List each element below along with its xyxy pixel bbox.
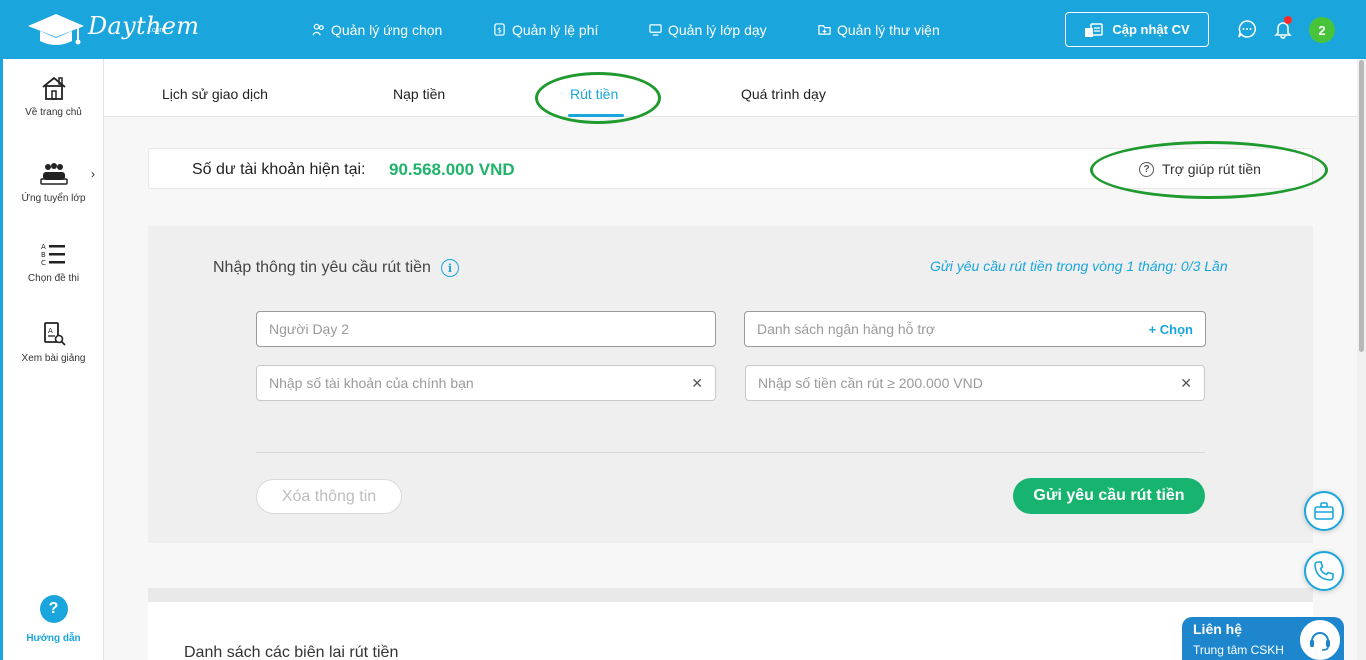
svg-text:A: A [41,243,46,251]
sidebar-item-home[interactable]: Về trang chủ [3,75,104,118]
sidebar-item-label: Xem bài giảng [21,353,86,364]
briefcase-button[interactable] [1304,491,1344,531]
phone-button[interactable] [1304,551,1344,591]
form-title: Nhập thông tin yêu cầu rút tiền i [213,259,459,277]
cv-icon [1085,22,1104,37]
nav-item-library[interactable]: Quản lý thư viện [818,0,940,59]
account-number-placeholder: Nhập số tài khoản của chính bạn [269,375,474,391]
nav-item-fees[interactable]: $ Quản lý lệ phí [493,0,598,59]
update-cv-label: Cập nhật CV [1112,22,1190,37]
clear-info-button[interactable]: Xóa thông tin [256,479,402,514]
sidebar-item-label: Về trang chủ [25,107,82,118]
abc-list-icon: ABC [41,243,65,267]
contact-title: Liên hệ [1193,621,1243,637]
logo[interactable]: Daythem [26,10,199,50]
library-icon [818,25,831,35]
form-title-text: Nhập thông tin yêu cầu rút tiền [213,259,431,276]
receipts-section: Danh sách các biên lai rút tiền [148,588,1313,660]
update-cv-button[interactable]: Cập nhật CV [1065,12,1209,47]
nav-label: Quản lý ứng chọn [331,21,443,38]
clear-icon[interactable]: ✕ [691,375,703,392]
tab-bar: Lịch sử giao dịch Nạp tiền Rút tiền Quá … [104,59,1357,117]
info-icon[interactable]: i [440,259,459,277]
chat-icon[interactable] [1237,19,1257,39]
sidebar-item-label: Chọn đề thi [27,273,80,284]
chevron-right-icon[interactable]: › [91,167,95,181]
brand-suffix: .com [150,27,166,34]
nav-item-classes[interactable]: Quản lý lớp dạy [649,0,767,59]
receipts-title: Danh sách các biên lai rút tiền [184,644,399,660]
amount-field[interactable]: Nhập số tiền cần rút ≥ 200.000 VND ✕ [745,365,1205,401]
submit-withdraw-button[interactable]: Gửi yêu cầu rút tiền [1013,478,1205,514]
fee-icon: $ [494,23,505,36]
contact-subtitle: Trung tâm CSKH [1193,643,1284,657]
svg-text:B: B [41,251,46,259]
nav-label: Quản lý lệ phí [512,21,599,38]
sidebar-item-apply-class[interactable]: Ứng tuyển lớp [3,161,104,204]
nav-label: Quản lý lớp dạy [668,21,767,38]
headset-icon [1298,618,1342,660]
nav-label: Quản lý thư viện [837,21,940,38]
clear-icon[interactable]: ✕ [1180,375,1192,392]
withdraw-form: Nhập thông tin yêu cầu rút tiền i Gửi yê… [148,226,1313,543]
form-divider [256,452,1205,453]
account-name-value: Người Dạy 2 [269,321,350,337]
svg-text:$: $ [497,25,502,34]
sidebar-item-choose-exam[interactable]: ABC Chọn đề thi [3,241,104,284]
brand-name: Daythem [88,12,200,40]
graduation-cap-icon [28,14,84,45]
balance-value: 90.568.000 VND [389,160,515,179]
tab-withdraw[interactable]: Rút tiền [570,86,618,102]
withdraw-help-label: Trợ giúp rút tiền [1162,161,1261,177]
lesson-search-icon: A [43,322,66,346]
withdraw-limit-note: Gửi yêu cầu rút tiền trong vòng 1 tháng:… [930,258,1228,274]
home-icon [41,76,66,100]
sidebar-item-lessons[interactable]: A Xem bài giảng [3,321,104,364]
sidebar-item-label: Ứng tuyển lớp [21,193,86,204]
guide-label: Hướng dẫn [26,633,81,644]
contact-widget[interactable]: Liên hệ Trung tâm CSKH [1182,617,1344,660]
people-icon [312,23,324,36]
tab-deposit[interactable]: Nạp tiền [393,86,445,102]
notification-dot [1284,16,1292,24]
avatar[interactable]: 2 [1309,17,1335,43]
amount-placeholder: Nhập số tiền cần rút ≥ 200.000 VND [758,375,983,391]
group-icon [39,163,68,185]
scrollbar-thumb[interactable] [1359,60,1364,352]
choose-bank-button[interactable]: + Chọn [1149,322,1193,337]
sidebar: Về trang chủ Ứng tuyển lớp › ABC Chọn đề… [0,59,104,660]
bank-placeholder: Danh sách ngân hàng hỗ trợ [757,321,936,337]
tab-transaction-history[interactable]: Lịch sử giao dịch [162,86,268,102]
balance-card: Số dư tài khoản hiện tại: 90.568.000 VND… [148,148,1313,189]
phone-icon [1314,561,1334,581]
svg-text:C: C [41,259,46,267]
balance-label: Số dư tài khoản hiện tại: [192,161,366,178]
nav-item-applications[interactable]: Quản lý ứng chọn [312,0,442,59]
help-icon: ? [39,595,68,623]
bank-select-field[interactable]: Danh sách ngân hàng hỗ trợ + Chọn [744,311,1206,347]
classroom-icon [649,24,662,36]
svg-text:A: A [48,327,53,335]
tab-teaching-progress[interactable]: Quá trình dạy [741,86,826,102]
account-number-field[interactable]: Nhập số tài khoản của chính bạn ✕ [256,365,716,401]
sidebar-item-guide[interactable]: ? Hướng dẫn [3,595,104,644]
briefcase-icon [1314,502,1334,520]
account-name-field[interactable]: Người Dạy 2 [256,311,716,347]
withdraw-help-link[interactable]: ? Trợ giúp rút tiền [1139,161,1261,177]
top-navbar: Daythem .com Quản lý ứng chọn $ Quản lý … [0,0,1366,59]
question-icon: ? [1139,161,1154,177]
